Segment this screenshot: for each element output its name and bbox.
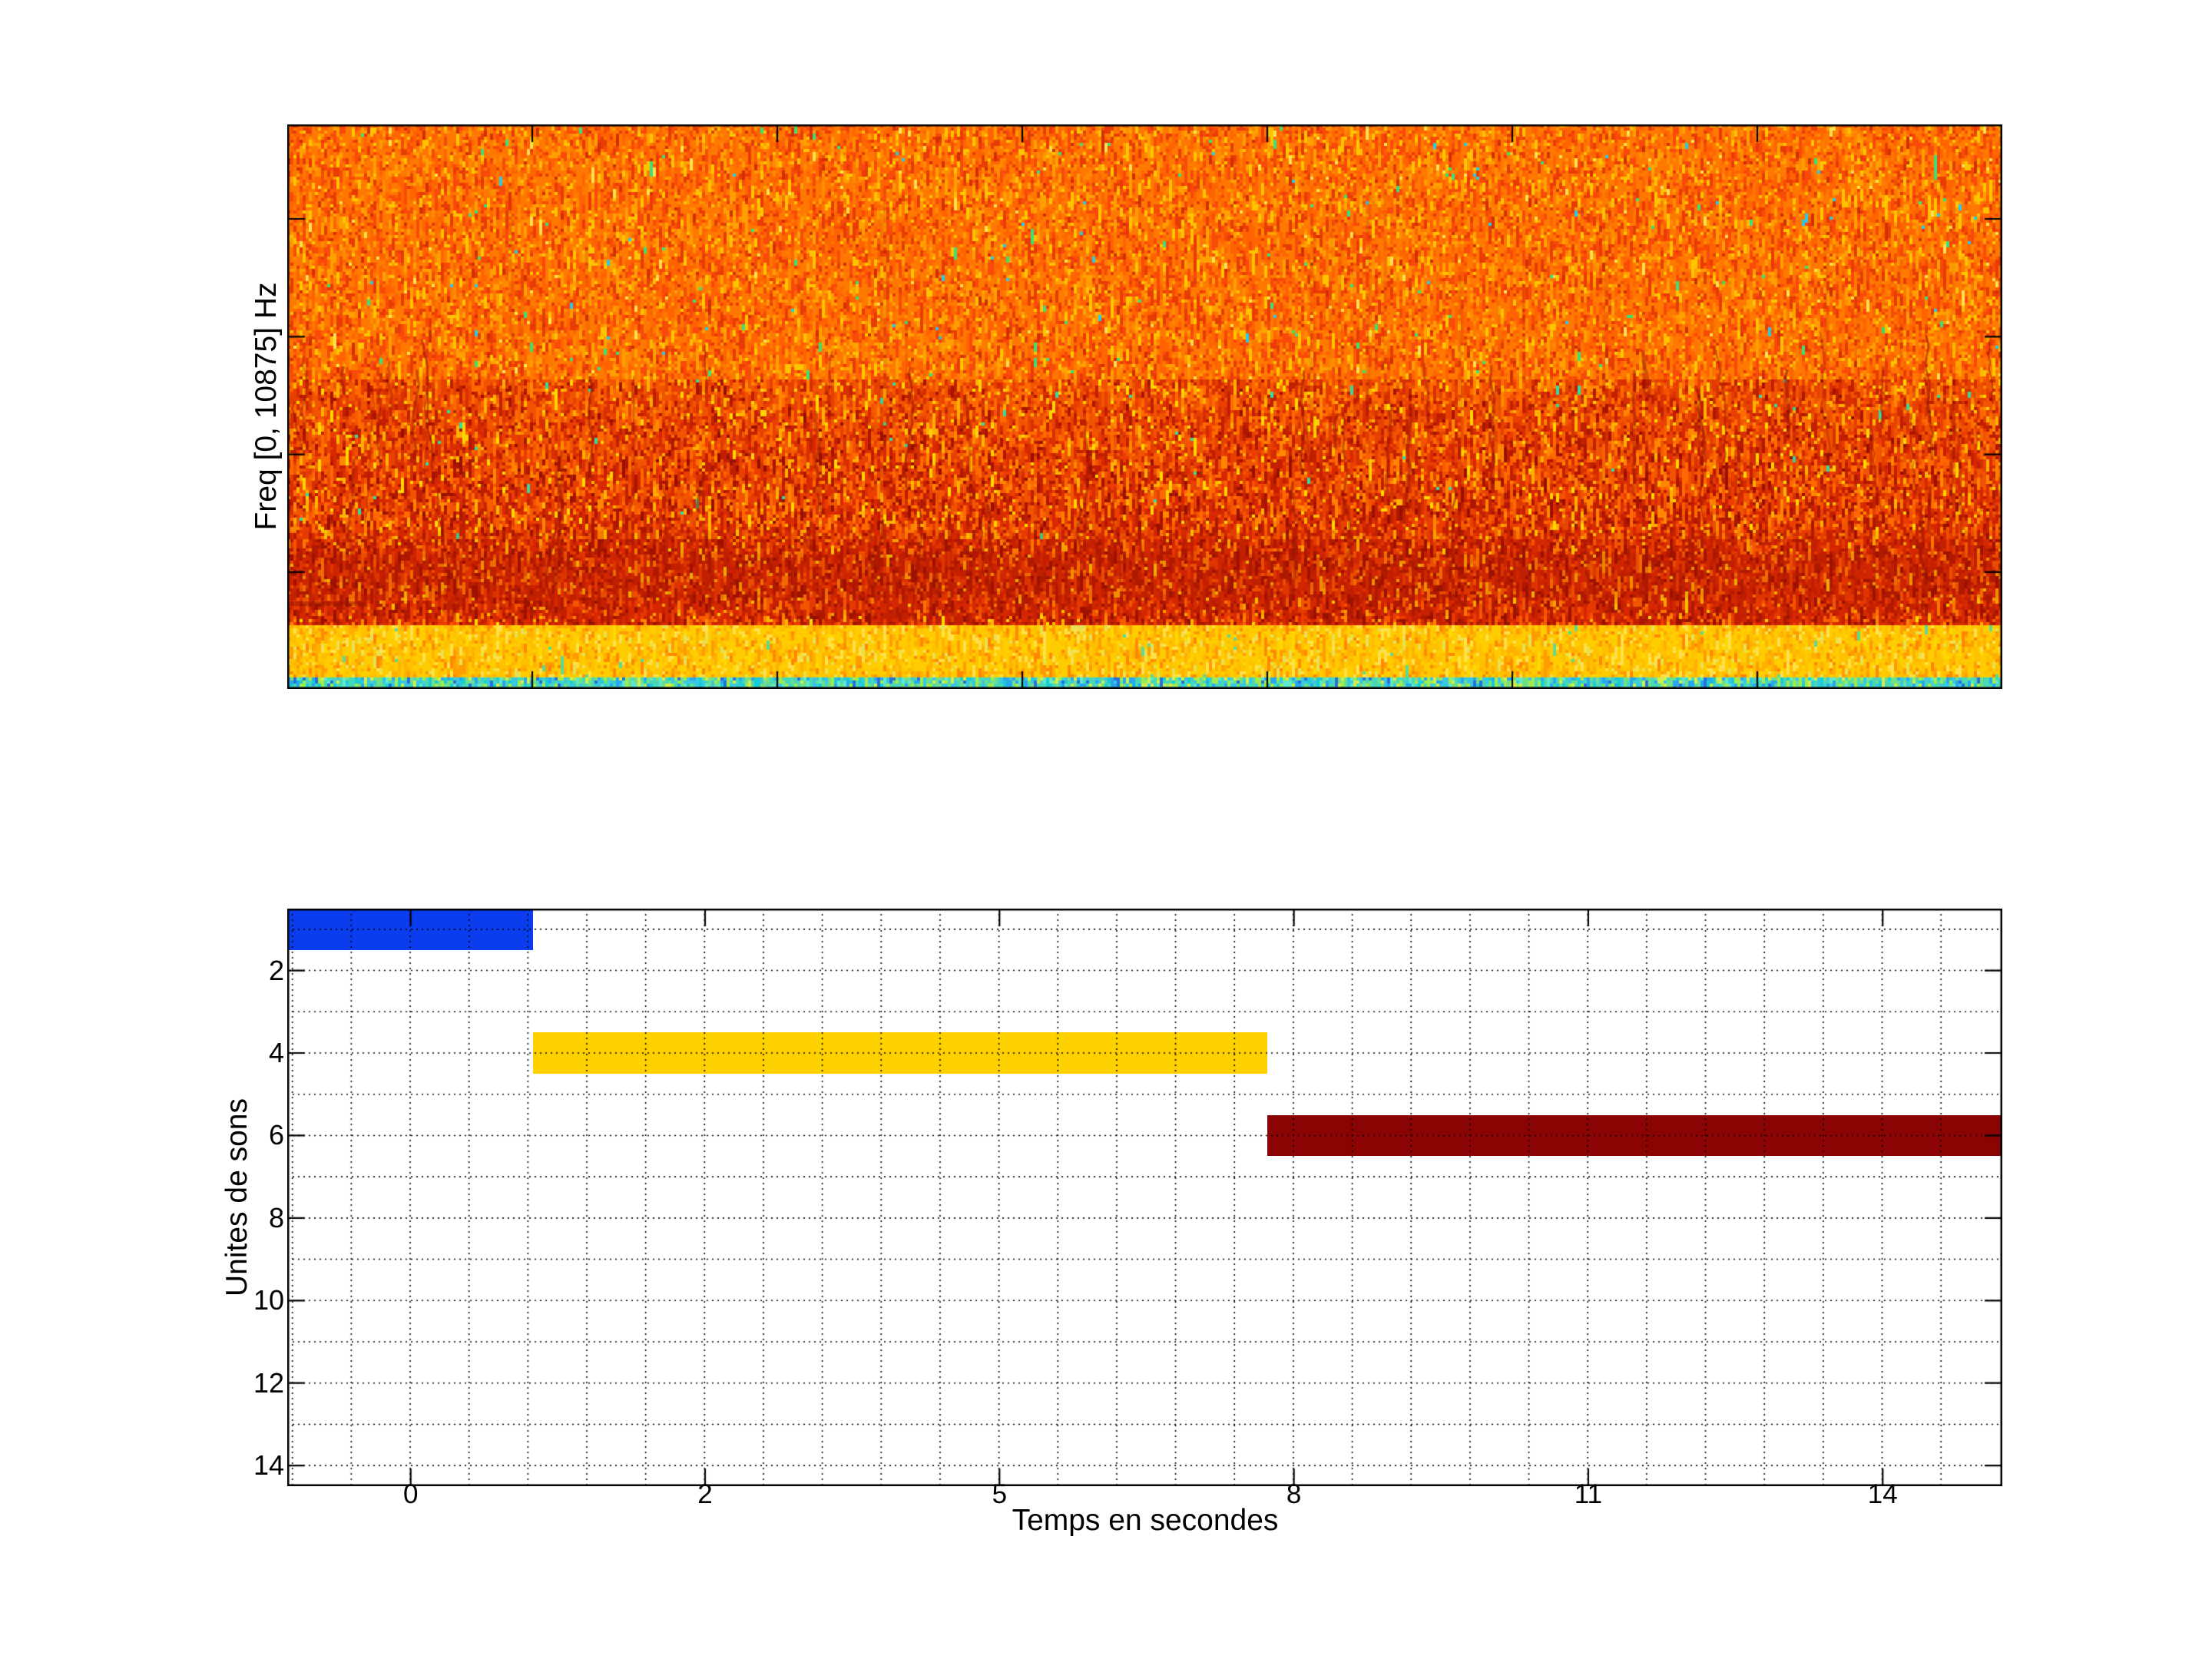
x-tick-label-2: 2 xyxy=(651,1480,759,1509)
x-tick-label-0: 0 xyxy=(357,1480,465,1509)
bar-segment-1 xyxy=(289,909,533,950)
y-tick-label-6: 6 xyxy=(207,1120,284,1151)
y-tick-label-14: 14 xyxy=(207,1450,284,1481)
bar-segment-2 xyxy=(533,1032,1267,1074)
y-tick-label-8: 8 xyxy=(207,1203,284,1233)
y-tick-label-12: 12 xyxy=(207,1368,284,1399)
y-tick-label-2: 2 xyxy=(207,955,284,986)
spectrogram-plot xyxy=(287,124,2002,689)
y-tick-label-4: 4 xyxy=(207,1038,284,1068)
timeline-plot xyxy=(287,909,2002,1486)
x-tick-label-8: 8 xyxy=(1240,1480,1348,1509)
bar-segment-3 xyxy=(1267,1115,2002,1157)
timeline-grid xyxy=(287,909,2002,1486)
figure-canvas: Freq [0, 10875] Hz Unites de sons Temps … xyxy=(0,0,2212,1659)
x-tick-label-5: 5 xyxy=(945,1480,1053,1509)
timeline-xlabel: Temps en secondes xyxy=(838,1504,1452,1538)
spectrogram-ylabel: Freq [0, 10875] Hz xyxy=(248,137,285,675)
spectrogram-image xyxy=(287,124,2002,689)
x-tick-label-11: 11 xyxy=(1535,1480,1642,1509)
y-tick-label-10: 10 xyxy=(207,1285,284,1316)
x-tick-label-14: 14 xyxy=(1829,1480,1936,1509)
